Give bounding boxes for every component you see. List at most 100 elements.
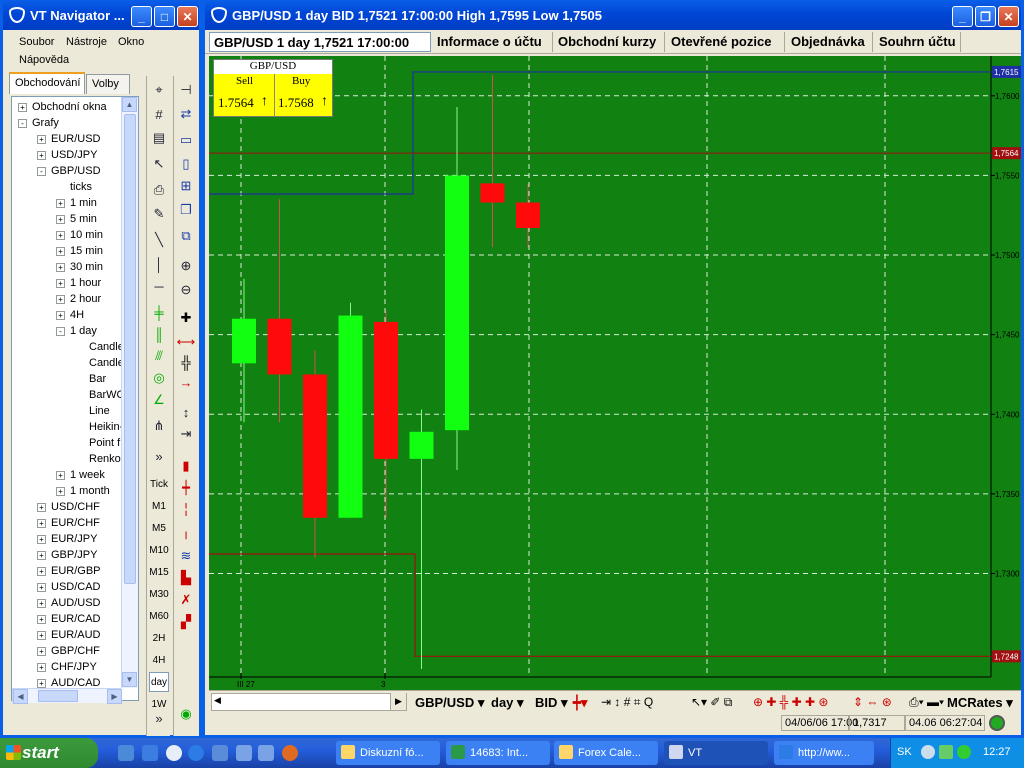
firefox-icon[interactable] — [282, 745, 298, 761]
tree-item[interactable]: + Obchodní okna — [18, 99, 107, 115]
taskbar-task[interactable]: VT — [664, 741, 768, 765]
arc-icon[interactable]: ◎ — [149, 368, 169, 388]
zoom-out-icon[interactable]: ⊖ — [176, 280, 196, 300]
new-window-icon[interactable]: ❐ — [176, 200, 196, 220]
expand-icon[interactable]: + — [56, 230, 65, 240]
tab-souhrn-uctu[interactable]: Souhrn účtu — [875, 32, 961, 52]
tab-obchodovani[interactable]: Obchodování — [9, 72, 85, 94]
expand-icon[interactable]: + — [56, 278, 65, 288]
tree-item[interactable]: + EUR/CAD — [37, 611, 101, 627]
pin-icon[interactable]: ⊣ — [176, 80, 196, 100]
tab-otevrene-pozice[interactable]: Otevřené pozice — [667, 32, 785, 52]
period-button-m60[interactable]: M60 — [149, 606, 169, 626]
language-indicator[interactable]: SK — [897, 746, 912, 758]
expand-icon[interactable]: + — [56, 294, 65, 304]
tree-item[interactable]: - Grafy — [18, 115, 59, 131]
chart-properties-icon[interactable]: ▤ — [149, 128, 169, 148]
close-button[interactable]: ✕ — [177, 6, 198, 27]
expand-icon[interactable]: + — [37, 550, 46, 560]
chart-horizontal-scrollbar[interactable]: ◀ ▶ — [211, 693, 407, 711]
tree-item[interactable]: + USD/CAD — [37, 579, 101, 595]
more-tools-icon[interactable]: » — [149, 446, 169, 466]
tree-item[interactable]: BarWC — [75, 387, 124, 403]
edit-icon[interactable]: ✎ — [149, 204, 169, 224]
tree-item[interactable]: +5 min — [56, 211, 97, 227]
chevron-down-icon[interactable]: » — [149, 708, 169, 728]
period-button-day[interactable]: day — [149, 672, 169, 692]
tree-vertical-scrollbar[interactable]: ▲ ▼ — [121, 97, 138, 688]
expand-icon[interactable]: + — [37, 150, 46, 160]
tree-item[interactable]: +1 month — [56, 483, 110, 499]
scroll-left-icon[interactable]: ◀ — [214, 695, 221, 706]
scale-vertical-icon[interactable]: ↕ — [176, 402, 196, 422]
scroll-right-button[interactable]: ▶ — [107, 689, 122, 704]
scroll-thumb[interactable] — [124, 114, 136, 584]
tree-item[interactable]: + CHF/JPY — [37, 659, 97, 675]
expand-icon[interactable]: + — [37, 630, 46, 640]
expand-icon[interactable]: + — [37, 502, 46, 512]
price-chart[interactable]: 1,7600 1,7550 1,7500 1,7450 1,7400 1,7350 1,73… — [209, 56, 1021, 690]
tree-item[interactable]: + EUR/USD — [37, 131, 101, 147]
tab-informace-o-uctu[interactable]: Informace o účtu — [433, 32, 553, 52]
collapse-icon[interactable]: - — [37, 166, 46, 176]
expand-icon[interactable]: + — [37, 518, 46, 528]
expand-icon[interactable]: + — [37, 678, 46, 688]
zoom-in-icon[interactable]: ⊕ — [176, 256, 196, 276]
scroll-down-button[interactable]: ▼ — [122, 672, 137, 687]
period-dropdown[interactable]: day ▾ — [491, 695, 524, 711]
menu-nastroje[interactable]: Nástroje — [66, 36, 107, 48]
print-icon[interactable]: ⎙ — [149, 180, 169, 200]
clock[interactable]: 12:27 — [983, 746, 1011, 758]
tree-item[interactable]: Bar — [75, 371, 106, 387]
expand-icon[interactable]: + — [18, 102, 27, 112]
expand-icon[interactable]: + — [37, 582, 46, 592]
tree-item[interactable]: + GBP/CHF — [37, 643, 100, 659]
tree-horizontal-scrollbar[interactable]: ◀ ▶ — [12, 688, 122, 704]
layout-horizontal-icon[interactable]: ▭ — [176, 130, 196, 150]
tree-item[interactable]: + GBP/JPY — [37, 547, 97, 563]
menu-napoveda[interactable]: Nápověda — [19, 54, 69, 66]
buy-price-button[interactable]: 1.7568 — [278, 95, 314, 111]
tree-item[interactable]: + AUD/USD — [37, 595, 101, 611]
period-button-4h[interactable]: 4H — [149, 650, 169, 670]
cascade-icon[interactable]: ⧉ — [176, 226, 196, 246]
tree-item[interactable]: +1 hour — [56, 275, 101, 291]
renko-icon[interactable]: ▞ — [176, 612, 196, 632]
tree-item[interactable]: +30 min — [56, 259, 103, 275]
rates-dropdown[interactable]: MCRates ▾ — [947, 695, 1013, 711]
cursor-icon[interactable]: ↖ — [149, 154, 169, 174]
tab-objednavka[interactable]: Objednávka — [787, 32, 873, 52]
arrow-right-icon[interactable]: → — [176, 372, 196, 392]
period-button-tick[interactable]: Tick — [149, 474, 169, 494]
collapse-icon[interactable]: - — [56, 326, 65, 336]
start-button[interactable]: start — [0, 738, 98, 768]
tree-item[interactable]: +10 min — [56, 227, 103, 243]
tree-item[interactable]: - GBP/USD — [37, 163, 101, 179]
channel-icon[interactable]: ╪ — [149, 302, 169, 322]
pitchfork-icon[interactable]: ⋔ — [149, 416, 169, 436]
tree-item[interactable]: + EUR/GBP — [37, 563, 101, 579]
expand-icon[interactable]: + — [37, 566, 46, 576]
point-figure-icon[interactable]: ✗ — [176, 590, 196, 610]
period-button-m10[interactable]: M10 — [149, 540, 169, 560]
tree-item[interactable]: +4H — [56, 307, 84, 323]
expand-icon[interactable]: + — [56, 310, 65, 320]
fan-icon[interactable]: ⫻ — [149, 346, 169, 366]
expand-icon[interactable]: + — [56, 198, 65, 208]
period-button-m30[interactable]: M30 — [149, 584, 169, 604]
layout-vertical-icon[interactable]: ▯ — [176, 154, 196, 174]
horizontal-line-icon[interactable]: ─ — [149, 276, 169, 296]
media-player-icon[interactable] — [166, 745, 182, 761]
internet-explorer-icon[interactable] — [188, 745, 204, 761]
tree-item[interactable]: Renko — [75, 451, 121, 467]
tree-item[interactable]: +15 min — [56, 243, 103, 259]
expand-icon[interactable]: + — [37, 598, 46, 608]
period-button-2h[interactable]: 2H — [149, 628, 169, 648]
show-desktop-icon[interactable] — [118, 745, 134, 761]
expand-icon[interactable]: + — [37, 646, 46, 656]
tree-item[interactable]: Line — [75, 403, 110, 419]
tree-item[interactable]: + EUR/JPY — [37, 531, 97, 547]
tree-item[interactable]: +1 week — [56, 467, 105, 483]
collapse-icon[interactable]: - — [18, 118, 27, 128]
navigation-tools-group[interactable]: ⇕ ⇔ ⊛ — [853, 695, 892, 709]
